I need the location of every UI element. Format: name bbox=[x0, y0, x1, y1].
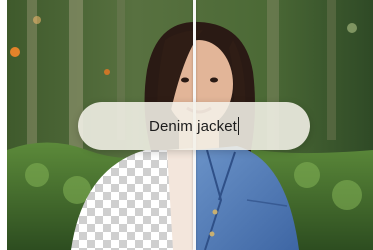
image-canvas[interactable]: Denim jacket bbox=[7, 0, 373, 250]
prompt-input-pill[interactable]: Denim jacket bbox=[78, 102, 310, 150]
prompt-input-text[interactable]: Denim jacket bbox=[149, 118, 237, 135]
text-cursor bbox=[237, 117, 239, 135]
